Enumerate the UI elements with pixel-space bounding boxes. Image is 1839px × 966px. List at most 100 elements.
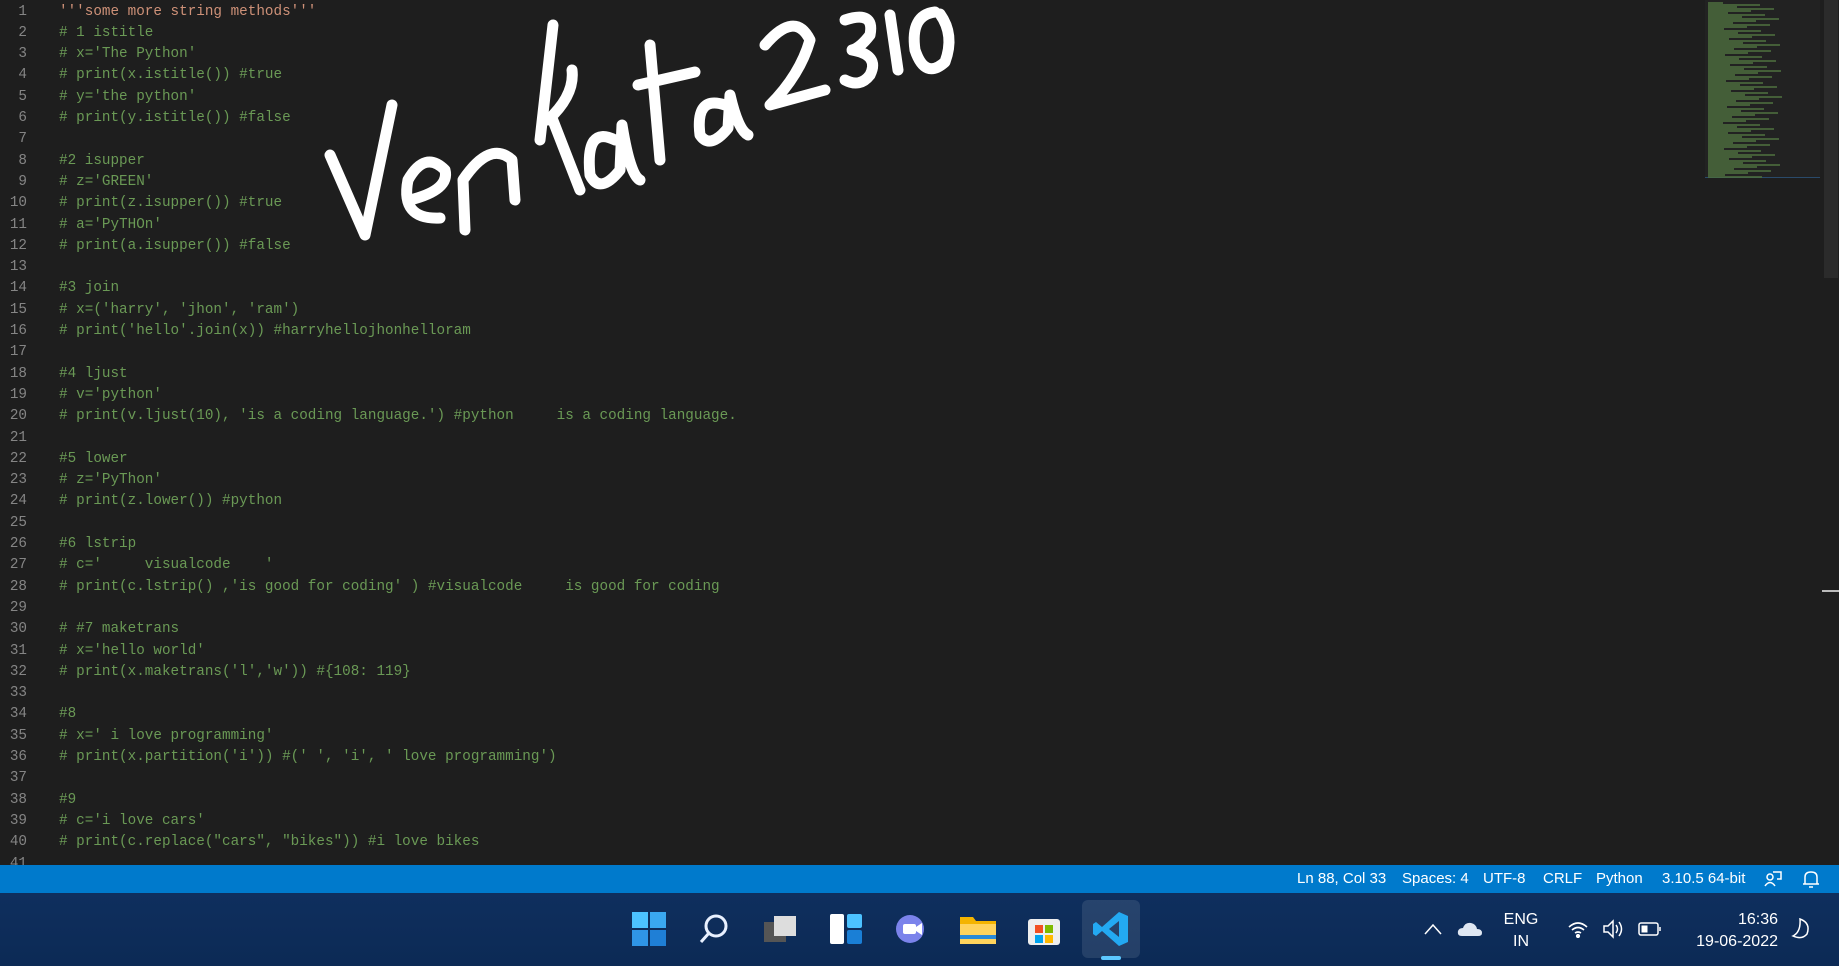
code-line[interactable]: 21	[0, 428, 1700, 449]
line-text[interactable]: #5 lower	[59, 449, 128, 470]
line-text[interactable]: # print(z.isupper()) #true	[59, 193, 282, 214]
code-line[interactable]: 40 # print(c.replace("cars", "bikes")) #i…	[0, 832, 1700, 853]
code-line[interactable]: 23 # z='PyThon'	[0, 470, 1700, 491]
code-line[interactable]: 10 # print(z.isupper()) #true	[0, 193, 1700, 214]
code-line[interactable]: 18 #4 ljust	[0, 364, 1700, 385]
line-text[interactable]: #4 ljust	[59, 364, 128, 385]
line-text[interactable]: # print(v.ljust(10), 'is a coding langua…	[59, 406, 737, 427]
widgets-icon[interactable]	[822, 905, 870, 953]
code-line[interactable]: 39 # c='i love cars'	[0, 811, 1700, 832]
line-text[interactable]: # a='PyTHOn'	[59, 215, 162, 236]
task-view-icon[interactable]	[756, 905, 804, 953]
eol-setting[interactable]: CRLF	[1543, 870, 1582, 887]
start-button-icon[interactable]	[625, 905, 673, 953]
indentation-setting[interactable]: Spaces: 4	[1402, 870, 1469, 887]
line-text[interactable]: # z='PyThon'	[59, 470, 162, 491]
feedback-icon[interactable]	[1763, 869, 1783, 893]
line-text[interactable]: # print(x.istitle()) #true	[59, 65, 282, 86]
line-text[interactable]: # 1 istitle	[59, 23, 153, 44]
search-icon[interactable]	[690, 905, 738, 953]
code-line[interactable]: 38 #9	[0, 790, 1700, 811]
line-text[interactable]: # z='GREEN'	[59, 172, 153, 193]
line-text[interactable]: #8	[59, 704, 76, 725]
code-line[interactable]: 26 #6 lstrip	[0, 534, 1700, 555]
code-line[interactable]: 27 # c=' visualcode '	[0, 555, 1700, 576]
focus-assist-moon-icon[interactable]	[1786, 905, 1816, 953]
code-line[interactable]: 1 '''some more string methods'''	[0, 2, 1700, 23]
code-line[interactable]: 29	[0, 598, 1700, 619]
code-line[interactable]: 20 # print(v.ljust(10), 'is a coding lang…	[0, 406, 1700, 427]
python-interpreter[interactable]: 3.10.5 64-bit	[1662, 870, 1745, 887]
line-text[interactable]: #9	[59, 790, 76, 811]
line-text[interactable]: # x=' i love programming'	[59, 726, 274, 747]
line-text[interactable]: # c='i love cars'	[59, 811, 205, 832]
code-line[interactable]: 35 # x=' i love programming'	[0, 726, 1700, 747]
onedrive-cloud-icon[interactable]	[1455, 905, 1485, 953]
teams-chat-icon[interactable]	[888, 905, 936, 953]
line-text[interactable]: # print(x.partition('i')) #(' ', 'i', ' …	[59, 747, 557, 768]
vscode-taskbar-icon[interactable]	[1082, 900, 1140, 960]
line-text[interactable]: # v='python'	[59, 385, 162, 406]
notifications-bell-icon[interactable]	[1802, 869, 1820, 893]
line-text[interactable]: # print(a.isupper()) #false	[59, 236, 291, 257]
show-hidden-icons-chevron-icon[interactable]	[1418, 905, 1448, 953]
code-line[interactable]: 5 # y='the python'	[0, 87, 1700, 108]
line-text[interactable]: #3 join	[59, 278, 119, 299]
code-line[interactable]: 32 # print(x.maketrans('l','w')) #{108: 1…	[0, 662, 1700, 683]
code-line[interactable]: 24 # print(z.lower()) #python	[0, 491, 1700, 512]
line-text[interactable]: # print(c.lstrip() ,'is good for coding'…	[59, 577, 720, 598]
input-language-indicator[interactable]: ENG IN	[1498, 909, 1544, 953]
line-text[interactable]: # x='hello world'	[59, 641, 205, 662]
scrollbar-thumb[interactable]	[1824, 0, 1838, 278]
code-line[interactable]: 6 # print(y.istitle()) #false	[0, 108, 1700, 129]
line-text[interactable]: #6 lstrip	[59, 534, 136, 555]
file-explorer-icon[interactable]	[954, 905, 1002, 953]
microsoft-store-icon[interactable]	[1020, 905, 1068, 953]
volume-icon[interactable]	[1600, 905, 1626, 953]
line-text[interactable]: # print(z.lower()) #python	[59, 491, 282, 512]
line-text[interactable]: # x=('harry', 'jhon', 'ram')	[59, 300, 299, 321]
code-line[interactable]: 2 # 1 istitle	[0, 23, 1700, 44]
line-text[interactable]: # print(x.maketrans('l','w')) #{108: 119…	[59, 662, 411, 683]
encoding-setting[interactable]: UTF-8	[1483, 870, 1526, 887]
line-text[interactable]: # y='the python'	[59, 87, 196, 108]
line-text[interactable]: # print(c.replace("cars", "bikes")) #i l…	[59, 832, 479, 853]
cursor-position[interactable]: Ln 88, Col 33	[1297, 870, 1386, 887]
code-line[interactable]: 13	[0, 257, 1700, 278]
line-text[interactable]: # x='The Python'	[59, 44, 196, 65]
code-line[interactable]: 8 #2 isupper	[0, 151, 1700, 172]
code-line[interactable]: 22 #5 lower	[0, 449, 1700, 470]
code-line[interactable]: 41	[0, 854, 1700, 866]
code-line[interactable]: 7	[0, 129, 1700, 150]
code-line[interactable]: 16 # print('hello'.join(x)) #harryhellojh…	[0, 321, 1700, 342]
code-line[interactable]: 33	[0, 683, 1700, 704]
code-line[interactable]: 31 # x='hello world'	[0, 641, 1700, 662]
code-line[interactable]: 17	[0, 342, 1700, 363]
minimap[interactable]	[1705, 0, 1820, 178]
code-line[interactable]: 4 # print(x.istitle()) #true	[0, 65, 1700, 86]
code-line[interactable]: 30 # #7 maketrans	[0, 619, 1700, 640]
code-line[interactable]: 11 # a='PyTHOn'	[0, 215, 1700, 236]
line-text[interactable]: '''some more string methods'''	[59, 2, 316, 23]
code-line[interactable]: 15 # x=('harry', 'jhon', 'ram')	[0, 300, 1700, 321]
line-text[interactable]: # c=' visualcode '	[59, 555, 274, 576]
code-line[interactable]: 12 # print(a.isupper()) #false	[0, 236, 1700, 257]
code-line[interactable]: 37	[0, 768, 1700, 789]
code-line[interactable]: 25	[0, 513, 1700, 534]
clock[interactable]: 16:36 19-06-2022	[1680, 909, 1778, 953]
line-text[interactable]: # print('hello'.join(x)) #harryhellojhon…	[59, 321, 471, 342]
code-line[interactable]: 19 # v='python'	[0, 385, 1700, 406]
battery-icon[interactable]	[1637, 905, 1663, 953]
code-editor[interactable]: 1 '''some more string methods''' 2 # 1 isti…	[0, 0, 1839, 865]
line-text[interactable]: # #7 maketrans	[59, 619, 179, 640]
code-line[interactable]: 36 # print(x.partition('i')) #(' ', 'i', …	[0, 747, 1700, 768]
code-line[interactable]: 34 #8	[0, 704, 1700, 725]
line-text[interactable]: #2 isupper	[59, 151, 145, 172]
code-line[interactable]: 3 # x='The Python'	[0, 44, 1700, 65]
code-line[interactable]: 14 #3 join	[0, 278, 1700, 299]
code-line[interactable]: 28 # print(c.lstrip() ,'is good for codin…	[0, 577, 1700, 598]
language-mode[interactable]: Python	[1596, 870, 1643, 887]
wifi-icon[interactable]	[1565, 905, 1591, 953]
line-text[interactable]: # print(y.istitle()) #false	[59, 108, 291, 129]
code-line[interactable]: 9 # z='GREEN'	[0, 172, 1700, 193]
